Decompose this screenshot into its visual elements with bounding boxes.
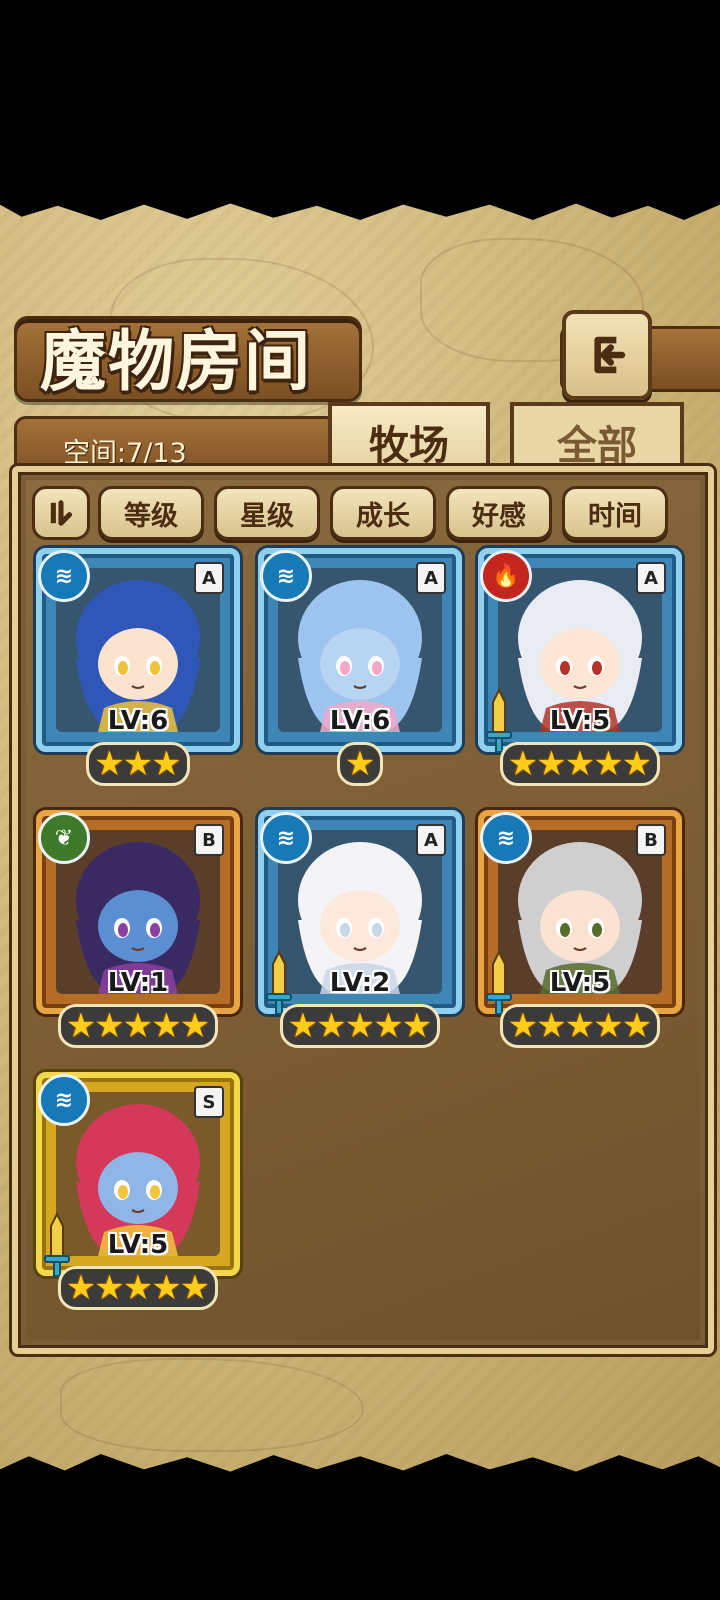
star-icon: ★ — [344, 744, 376, 784]
star-icon: ★ — [621, 1006, 653, 1046]
tab-farm-label: 牧场 — [369, 423, 449, 469]
leaf-icon: ❦ — [38, 812, 90, 864]
water-wave-icon: ≋ — [38, 1074, 90, 1126]
star-icon: ★ — [94, 744, 125, 784]
return-arrow-icon — [594, 336, 626, 374]
star-rating-bar: ★ ★ ★ ★ ★ — [499, 1004, 661, 1048]
star-icon: ★ — [564, 1006, 596, 1046]
sort-level-button[interactable]: 等级 — [98, 486, 204, 540]
sort-time-button[interactable]: 时间 — [562, 486, 668, 540]
monster-card[interactable]: ❦ B LV:1 ★ ★ ★ ★ ★ — [36, 810, 240, 1048]
rank-badge: B — [194, 824, 224, 856]
star-icon: ★ — [122, 1006, 154, 1046]
water-wave-icon: ≋ — [260, 550, 312, 602]
star-icon: ★ — [536, 1006, 567, 1046]
star-rating: ★ ★ ★ ★ ★ — [478, 1004, 682, 1048]
star-rating: ★ ★ ★ ★ ★ — [36, 1266, 240, 1310]
tab-all-label: 全部 — [557, 423, 637, 469]
star-rating-bar: ★ ★ ★ — [86, 742, 190, 786]
rank-badge: A — [194, 562, 224, 594]
rank-badge: A — [636, 562, 666, 594]
star-icon: ★ — [316, 1006, 347, 1046]
capacity-label: 空间:7/13 — [63, 438, 187, 469]
star-rating: ★ ★ ★ ★ ★ — [478, 742, 682, 786]
star-icon: ★ — [536, 744, 567, 784]
star-icon: ★ — [373, 1006, 404, 1046]
rank-badge: S — [194, 1086, 224, 1118]
rank-badge: A — [416, 562, 446, 594]
monster-room-screen: 魔物房间 空间:7/13 牧场 全部 等级 星级 成长 好感 时间 ≋ A LV… — [0, 198, 720, 1476]
star-icon: ★ — [94, 1006, 125, 1046]
rank-badge: A — [416, 824, 446, 856]
star-icon: ★ — [593, 744, 624, 784]
level-label: LV:1 — [107, 968, 169, 998]
level-label: LV:2 — [329, 968, 391, 998]
star-icon: ★ — [593, 1006, 624, 1046]
star-icon: ★ — [122, 1268, 154, 1308]
level-label: LV:5 — [107, 1230, 169, 1260]
star-rating-bar: ★ ★ ★ ★ ★ — [57, 1266, 219, 1310]
water-wave-icon: ≋ — [260, 812, 312, 864]
star-icon: ★ — [564, 744, 596, 784]
star-icon: ★ — [94, 1268, 125, 1308]
star-rating: ★ ★ ★ — [36, 742, 240, 786]
sort-order-icon — [50, 500, 73, 526]
star-rating: ★ — [258, 742, 462, 786]
level-label: LV:6 — [107, 706, 169, 736]
star-icon: ★ — [179, 1268, 211, 1308]
star-icon: ★ — [65, 1268, 97, 1308]
back-button[interactable] — [562, 310, 652, 400]
star-rating-bar: ★ ★ ★ ★ ★ — [279, 1004, 441, 1048]
star-icon: ★ — [344, 1006, 376, 1046]
sort-bar: 等级 星级 成长 好感 时间 — [32, 486, 682, 540]
monster-card[interactable]: ≋ B LV:5 ★ ★ ★ ★ ★ — [478, 810, 682, 1048]
sort-star-button[interactable]: 星级 — [214, 486, 320, 540]
monster-card[interactable]: ≋ A LV:2 ★ ★ ★ ★ ★ — [258, 810, 462, 1048]
monster-card[interactable]: 🔥 A LV:5 ★ ★ ★ ★ ★ — [478, 548, 682, 786]
sort-order-toggle[interactable] — [32, 486, 90, 540]
star-rating-bar: ★ ★ ★ ★ ★ — [499, 742, 661, 786]
torn-edge-bottom — [0, 1454, 720, 1476]
page-title: 魔物房间 — [40, 323, 312, 400]
star-icon: ★ — [65, 1006, 97, 1046]
star-rating: ★ ★ ★ ★ ★ — [36, 1004, 240, 1048]
level-label: LV:5 — [549, 968, 611, 998]
star-icon: ★ — [507, 744, 539, 784]
star-icon: ★ — [151, 1006, 182, 1046]
sort-affection-button[interactable]: 好感 — [446, 486, 552, 540]
fire-icon: 🔥 — [480, 550, 532, 602]
star-icon: ★ — [151, 1268, 182, 1308]
sort-growth-button[interactable]: 成长 — [330, 486, 436, 540]
level-label: LV:6 — [329, 706, 391, 736]
star-icon: ★ — [507, 1006, 539, 1046]
monster-card[interactable]: ≋ A LV:6 ★ — [258, 548, 462, 786]
rank-badge: B — [636, 824, 666, 856]
map-decoration — [60, 1358, 364, 1452]
star-icon: ★ — [151, 744, 182, 784]
star-icon: ★ — [401, 1006, 433, 1046]
star-icon: ★ — [122, 744, 154, 784]
star-icon: ★ — [621, 744, 653, 784]
water-wave-icon: ≋ — [480, 812, 532, 864]
star-icon: ★ — [179, 1006, 211, 1046]
water-wave-icon: ≋ — [38, 550, 90, 602]
level-label: LV:5 — [549, 706, 611, 736]
star-rating-bar: ★ ★ ★ ★ ★ — [57, 1004, 219, 1048]
torn-edge-top — [0, 198, 720, 220]
star-rating: ★ ★ ★ ★ ★ — [258, 1004, 462, 1048]
monster-card[interactable]: ≋ A LV:6 ★ ★ ★ — [36, 548, 240, 786]
star-rating-bar: ★ — [336, 742, 384, 786]
star-icon: ★ — [287, 1006, 319, 1046]
monster-card[interactable]: ≋ S LV:5 ★ ★ ★ ★ ★ — [36, 1072, 240, 1310]
